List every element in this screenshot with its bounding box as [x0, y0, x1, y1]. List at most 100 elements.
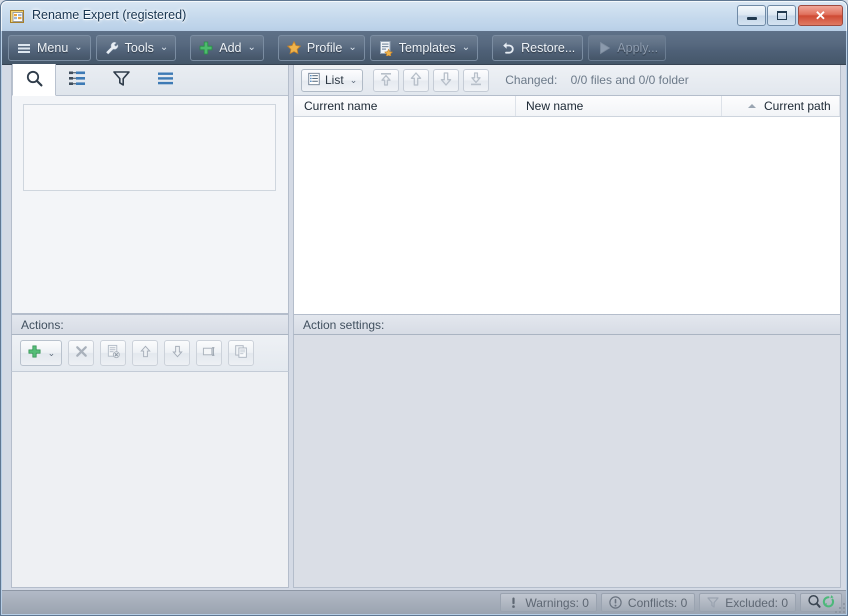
- move-to-bottom-button[interactable]: [463, 69, 489, 92]
- tab-search[interactable]: [12, 64, 56, 96]
- add-action-button[interactable]: ⌄: [20, 340, 62, 366]
- move-down-button[interactable]: [164, 340, 190, 366]
- file-list: Current name New name Current path: [293, 96, 841, 318]
- chevron-down-icon: ⌄: [48, 348, 56, 359]
- templates-button-label: Templates: [399, 41, 456, 55]
- menu-button-label: Menu: [37, 41, 68, 55]
- maximize-button[interactable]: [767, 5, 796, 26]
- changed-status: Changed: 0/0 files and 0/0 folder: [505, 73, 688, 87]
- status-warnings[interactable]: Warnings: 0: [500, 593, 597, 612]
- chevron-down-icon: ⌄: [248, 42, 256, 53]
- chevron-down-icon: ⌄: [348, 42, 356, 53]
- status-conflicts[interactable]: Conflicts: 0: [601, 593, 695, 612]
- source-panel: [11, 65, 289, 314]
- templates-button[interactable]: Templates ⌄: [370, 35, 478, 61]
- tree-hierarchy-icon: [68, 69, 87, 91]
- changed-label: Changed:: [505, 73, 557, 87]
- move-down-button[interactable]: [433, 69, 459, 92]
- right-column: List ⌄: [293, 65, 843, 590]
- maximize-icon: [768, 6, 795, 25]
- tools-button-label: Tools: [125, 41, 154, 55]
- file-list-rows[interactable]: [294, 117, 840, 295]
- conflict-circle-icon: [609, 596, 622, 609]
- profile-button[interactable]: Profile ⌄: [278, 35, 365, 61]
- hamburger-menu-icon: [16, 40, 32, 56]
- status-bar: Warnings: 0 Conflicts: 0 Excluded: 0: [2, 590, 846, 614]
- play-triangle-icon: [596, 40, 612, 56]
- left-column: Actions: ⌄: [11, 65, 289, 590]
- move-up-button[interactable]: [132, 340, 158, 366]
- column-header-current-name[interactable]: Current name: [294, 96, 516, 116]
- restore-button[interactable]: Restore...: [492, 35, 583, 61]
- template-list-icon: [378, 40, 394, 56]
- status-warnings-label: Warnings: 0: [525, 596, 589, 610]
- move-up-icon: [408, 71, 424, 90]
- content-area: Actions: ⌄: [2, 65, 846, 590]
- action-settings-caption: Action settings:: [293, 314, 841, 335]
- close-button[interactable]: ✕: [798, 5, 843, 26]
- resize-grip[interactable]: [833, 601, 847, 615]
- minimize-icon: [738, 6, 765, 25]
- column-header-new-name[interactable]: New name: [516, 96, 722, 116]
- rename-field-icon: [202, 344, 217, 362]
- move-to-top-button[interactable]: [373, 69, 399, 92]
- column-label: New name: [526, 99, 583, 113]
- application-window: Rename Expert (registered) ✕ Menu: [0, 0, 848, 616]
- menu-button[interactable]: Menu ⌄: [8, 35, 91, 61]
- view-mode-label: List: [325, 73, 344, 87]
- clear-actions-button[interactable]: [100, 340, 126, 366]
- funnel-filter-icon: [707, 596, 719, 609]
- list-lines-icon: [156, 69, 175, 91]
- status-excluded-label: Excluded: 0: [725, 596, 788, 610]
- action-settings-body: [293, 335, 841, 588]
- chevron-down-icon: ⌄: [160, 42, 168, 53]
- delete-action-button[interactable]: [68, 340, 94, 366]
- changed-value: 0/0 files and 0/0 folder: [571, 73, 689, 87]
- close-icon: ✕: [799, 6, 842, 25]
- rename-action-button[interactable]: [196, 340, 222, 366]
- column-label: Current name: [304, 99, 377, 113]
- apply-button[interactable]: Apply...: [588, 35, 666, 61]
- minimize-button[interactable]: [737, 5, 766, 26]
- title-bar[interactable]: Rename Expert (registered) ✕: [0, 0, 848, 31]
- actions-caption: Actions:: [11, 314, 289, 335]
- actions-list[interactable]: [11, 372, 289, 588]
- green-plus-icon: [27, 344, 42, 362]
- column-header-current-path[interactable]: Current path: [722, 96, 840, 116]
- copy-pages-icon: [234, 344, 249, 362]
- main-toolbar: Menu ⌄ Tools ⌄ Add ⌄: [2, 31, 846, 65]
- arrow-up-icon: [138, 344, 153, 362]
- window-controls: ✕: [736, 5, 843, 26]
- move-to-top-icon: [378, 71, 394, 90]
- sort-ascending-icon: [748, 104, 756, 108]
- apply-button-label: Apply...: [617, 41, 658, 55]
- funnel-filter-icon: [112, 69, 131, 91]
- tab-list[interactable]: [144, 64, 188, 95]
- view-mode-button[interactable]: List ⌄: [301, 69, 363, 92]
- warning-exclamation-icon: [508, 596, 519, 609]
- file-list-header: Current name New name Current path: [294, 96, 840, 117]
- search-refresh-icon: [806, 594, 836, 612]
- actions-panel: Actions: ⌄: [11, 314, 289, 590]
- list-view-icon: [307, 72, 321, 89]
- clear-list-icon: [106, 344, 121, 362]
- arrow-down-icon: [170, 344, 185, 362]
- restore-button-label: Restore...: [521, 41, 575, 55]
- tab-filter[interactable]: [100, 64, 144, 95]
- tab-tree[interactable]: [56, 64, 100, 95]
- source-panel-body: [12, 96, 288, 313]
- copy-action-button[interactable]: [228, 340, 254, 366]
- gray-x-icon: [74, 344, 89, 362]
- chevron-down-icon: ⌄: [350, 75, 358, 86]
- status-conflicts-label: Conflicts: 0: [628, 596, 687, 610]
- actions-toolbar: ⌄: [11, 335, 289, 372]
- add-button[interactable]: Add ⌄: [190, 35, 264, 61]
- move-up-button[interactable]: [403, 69, 429, 92]
- column-label: Current path: [764, 99, 831, 113]
- source-path-box[interactable]: [23, 104, 276, 191]
- wrench-icon: [104, 40, 120, 56]
- file-list-toolbar: List ⌄: [293, 65, 841, 96]
- tools-button[interactable]: Tools ⌄: [96, 35, 177, 61]
- status-excluded[interactable]: Excluded: 0: [699, 593, 796, 612]
- star-icon: [286, 40, 302, 56]
